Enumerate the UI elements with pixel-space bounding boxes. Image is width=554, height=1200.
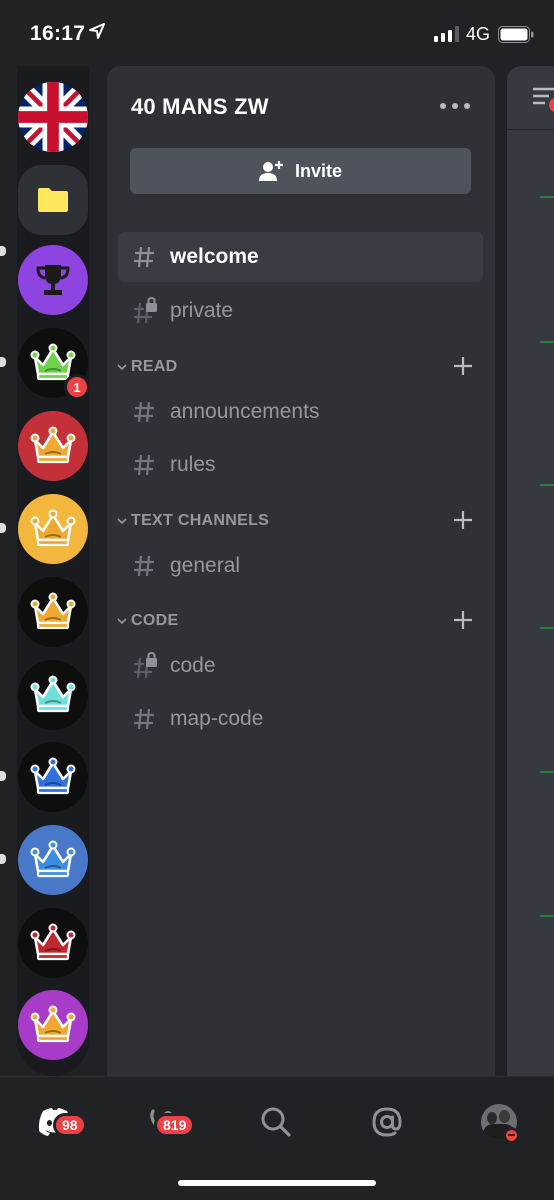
channel-announcements[interactable]: announcements <box>118 387 483 437</box>
category-name: TEXT CHANNELS <box>131 512 270 529</box>
category-code[interactable]: CODE <box>113 607 489 635</box>
plus-icon[interactable] <box>453 356 473 381</box>
server-crown-gold-red[interactable] <box>18 411 88 481</box>
server-crown-blue[interactable] <box>18 825 88 895</box>
unread-indicator <box>0 357 6 367</box>
more-options-button[interactable] <box>440 96 470 116</box>
chevron-down-icon <box>113 517 131 525</box>
server-crown-gold-black[interactable] <box>18 577 88 647</box>
server-crown-gold-purple[interactable] <box>18 990 88 1060</box>
server-rail: 1 <box>0 66 100 1076</box>
divider-line <box>540 771 554 773</box>
locked-hash-icon <box>118 297 170 325</box>
nav-search[interactable] <box>249 1095 303 1149</box>
plus-icon[interactable] <box>453 510 473 535</box>
crown-icon <box>30 426 76 464</box>
channel-welcome[interactable]: welcome <box>118 232 483 282</box>
server-crown-cyan[interactable] <box>18 660 88 730</box>
crown-icon <box>30 840 76 878</box>
category-name: READ <box>131 358 178 375</box>
chat-pane-peek[interactable] <box>507 66 554 1076</box>
channel-name: rules <box>170 453 216 476</box>
channel-rules[interactable]: rules <box>118 440 483 490</box>
dnd-status-icon <box>503 1127 519 1143</box>
union-jack-icon <box>18 82 88 152</box>
server-name[interactable]: 40 MANS ZW <box>131 94 269 120</box>
notification-dot <box>549 98 554 112</box>
crown-icon <box>30 757 76 795</box>
channel-general[interactable]: general <box>118 541 483 591</box>
hash-icon <box>118 245 170 269</box>
channel-name: general <box>170 554 241 577</box>
channel-name: code <box>170 654 216 677</box>
server-crown-red-black[interactable] <box>18 908 88 978</box>
chevron-down-icon <box>113 617 131 625</box>
status-bar: 16:17 4G <box>0 0 554 66</box>
invite-button[interactable]: Invite <box>130 148 471 194</box>
channel-name: map-code <box>170 707 264 730</box>
divider-line <box>540 627 554 629</box>
trophy-icon <box>36 265 70 295</box>
unread-indicator <box>0 523 6 533</box>
chat-header <box>507 66 554 130</box>
crown-icon <box>30 923 76 961</box>
unread-indicator <box>0 854 6 864</box>
add-user-icon <box>258 161 283 181</box>
server-union-jack[interactable] <box>18 82 88 152</box>
divider-line <box>540 484 554 486</box>
channel-name: welcome <box>170 245 259 268</box>
channel-name: private <box>170 299 234 322</box>
channel-map-code[interactable]: map-code <box>118 694 483 744</box>
unread-indicator <box>0 771 6 781</box>
channel-panel: 40 MANS ZW Invite welcome private READ a… <box>107 66 495 1076</box>
channel-private[interactable]: private <box>118 286 483 336</box>
hash-icon <box>118 707 170 731</box>
channel-code[interactable]: code <box>118 641 483 691</box>
server-folder[interactable] <box>18 165 88 235</box>
mention-badge: 1 <box>64 374 90 400</box>
invite-label: Invite <box>294 160 342 181</box>
nav-mentions[interactable] <box>360 1095 414 1149</box>
channel-name: announcements <box>170 400 320 423</box>
server-trophy[interactable] <box>18 245 88 315</box>
cellular-signal-icon <box>434 26 460 47</box>
locked-hash-icon <box>118 652 170 680</box>
location-arrow-icon <box>88 22 106 45</box>
server-crown-blue-black[interactable] <box>18 742 88 812</box>
divider-line <box>540 915 554 917</box>
crown-icon <box>30 675 76 713</box>
at-sign-icon <box>372 1107 402 1137</box>
home-indicator <box>178 1180 376 1186</box>
plus-icon[interactable] <box>453 610 473 635</box>
divider-line <box>540 196 554 198</box>
nav-profile[interactable] <box>472 1095 526 1149</box>
home-badge: 98 <box>53 1113 87 1137</box>
category-name: CODE <box>131 612 179 629</box>
dot-icon <box>452 103 458 109</box>
dot-icon <box>464 103 470 109</box>
search-icon <box>261 1107 291 1137</box>
network-type: 4G <box>466 24 491 44</box>
folder-icon <box>38 188 68 212</box>
chevron-down-icon <box>113 363 131 371</box>
category-text-channels[interactable]: TEXT CHANNELS <box>113 507 489 535</box>
battery-icon <box>498 26 534 48</box>
crown-icon <box>30 592 76 630</box>
hash-icon <box>118 554 170 578</box>
friends-badge: 819 <box>154 1113 196 1137</box>
hash-icon <box>118 453 170 477</box>
dot-icon <box>440 103 446 109</box>
crown-icon <box>30 1005 76 1043</box>
divider-line <box>540 341 554 343</box>
unread-indicator <box>0 246 6 256</box>
status-time: 16:17 <box>30 22 86 45</box>
category-read[interactable]: READ <box>113 353 489 381</box>
hash-icon <box>118 400 170 424</box>
crown-icon <box>30 509 76 547</box>
server-crown-gold-yellow[interactable] <box>18 494 88 564</box>
